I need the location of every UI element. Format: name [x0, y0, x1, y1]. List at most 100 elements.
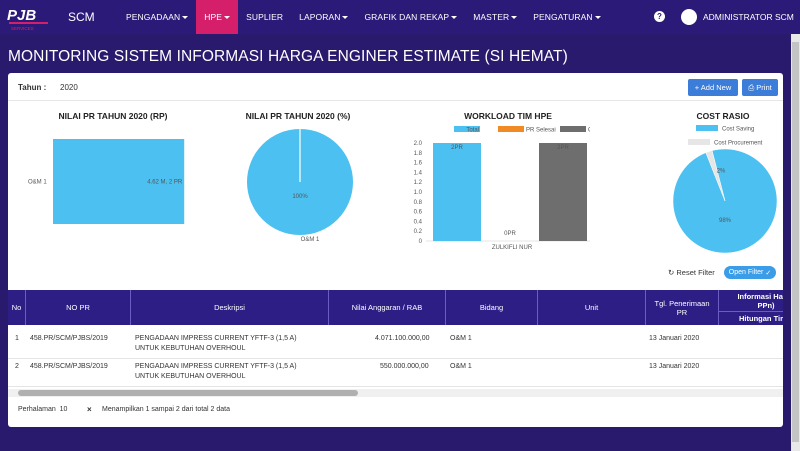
- caret-down-icon: [451, 15, 458, 19]
- menu-grafik[interactable]: GRAFIK DAN REKAP: [356, 0, 465, 34]
- th-no-pr[interactable]: NO PR: [26, 290, 131, 325]
- cell-bidang: O&M 1: [450, 335, 472, 342]
- chart4-title: COST RASIO: [696, 111, 750, 121]
- svg-text:PJB: PJB: [7, 7, 36, 24]
- legend-label: Cost Procurement: [714, 141, 763, 147]
- table-row[interactable]: 1 458.PR/SCM/PJBS/2019 PENGADAAN IMPRESS…: [8, 331, 783, 359]
- data-label: 2PR: [557, 145, 569, 151]
- y-tick-label: 2.0: [414, 141, 423, 147]
- data-label: 98%: [719, 218, 732, 224]
- chart1-title: NILAI PR TAHUN 2020 (RP): [58, 111, 168, 121]
- cell-no-pr: 458.PR/SCM/PJBS/2019: [30, 363, 108, 370]
- cell-desc-line2: UNTUK KEBUTUHAN OVERHOUL: [135, 345, 246, 352]
- table-horizontal-scrollbar[interactable]: [8, 389, 783, 397]
- help-icon[interactable]: ?: [654, 11, 665, 22]
- menu-master[interactable]: MASTER: [465, 0, 525, 34]
- bar: [433, 143, 481, 241]
- th-hitungan-tim[interactable]: Hitungan Tim: [719, 312, 783, 325]
- cell-desc-line1: PENGADAAN IMPRESS CURRENT YFTF-3 (1,5 A): [135, 335, 297, 342]
- add-new-button[interactable]: + Add New: [688, 79, 738, 96]
- print-icon: ⎙: [748, 82, 755, 92]
- tahun-value[interactable]: 2020: [60, 83, 78, 92]
- table-header: No NO PR Deskripsi Nilai Anggaran / RAB …: [8, 290, 783, 325]
- perhalaman-value[interactable]: 10: [60, 406, 68, 413]
- window-scrollbar-thumb[interactable]: [792, 42, 799, 442]
- legend-swatch: [696, 125, 718, 131]
- main-menu: PENGADAAN HPE SUPLIER LAPORAN GRAFIK DAN…: [118, 0, 609, 34]
- legend-swatch: [560, 126, 586, 132]
- chart3-svg: Total PR Selesai GAP PR 0 0.2 0.4 0.6 0.8 1.0 1.2…: [414, 126, 590, 251]
- open-filter-label: Open Filter: [728, 269, 764, 276]
- menu-pengadaan[interactable]: PENGADAAN: [118, 0, 196, 34]
- pjb-logo[interactable]: PJB SERVICES: [4, 3, 56, 31]
- y-tick-label: 1.4: [414, 170, 423, 176]
- window-scrollbar[interactable]: [791, 34, 800, 451]
- data-label: 2PR: [451, 145, 463, 151]
- main-panel: Tahun : 2020 + Add New ⎙ Print NILAI PR T…: [8, 73, 783, 427]
- caret-down-icon: [182, 15, 189, 19]
- scrollbar-thumb[interactable]: [18, 390, 358, 396]
- y-tick-label: 1.2: [414, 180, 423, 186]
- bar: [539, 143, 587, 241]
- th-bidang[interactable]: Bidang: [446, 290, 538, 325]
- th-deskripsi[interactable]: Deskripsi: [131, 290, 329, 325]
- chart2-title: NILAI PR TAHUN 2020 (%): [245, 111, 351, 121]
- menu-laporan-label: LAPORAN: [299, 12, 341, 22]
- user-name[interactable]: ADMINISTRATOR SCM: [703, 12, 794, 22]
- y-tick-label: 1.6: [414, 161, 423, 167]
- menu-suplier[interactable]: SUPLIER: [238, 0, 291, 34]
- chart3-title: WORKLOAD TIM HPE: [464, 111, 552, 121]
- cell-tgl: 13 Januari 2020: [649, 363, 700, 370]
- svg-text:SERVICES: SERVICES: [11, 26, 34, 31]
- cell-no: 1: [15, 335, 19, 342]
- menu-laporan[interactable]: LAPORAN: [291, 0, 356, 34]
- y-tick-label: 0.2: [414, 229, 423, 235]
- menu-suplier-label: SUPLIER: [246, 12, 284, 22]
- cell-no-pr: 458.PR/SCM/PJBS/2019: [30, 335, 108, 342]
- menu-pengaturan[interactable]: PENGATURAN: [525, 0, 608, 34]
- th-tgl[interactable]: Tgl. Penerimaan PR: [646, 290, 719, 325]
- y-tick-label: 1.8: [414, 151, 423, 157]
- chart2-svg: 100% O&M 1: [247, 129, 353, 243]
- th-no[interactable]: No: [8, 290, 26, 325]
- cell-nilai: 550.000.000,00: [380, 363, 429, 370]
- y-tick-label: 1.0: [414, 190, 423, 196]
- cell-no: 2: [15, 363, 19, 370]
- data-label: 2%: [717, 168, 726, 174]
- avatar[interactable]: [681, 9, 697, 25]
- y-tick-label: 0: [419, 239, 423, 245]
- clear-icon[interactable]: ×: [87, 405, 92, 414]
- menu-master-label: MASTER: [473, 12, 510, 22]
- cell-bidang: O&M 1: [450, 363, 472, 370]
- cell-tgl: 13 Januari 2020: [649, 335, 700, 342]
- table-row[interactable]: 2 458.PR/SCM/PJBS/2019 PENGADAAN IMPRESS…: [8, 359, 783, 387]
- reset-filter-button[interactable]: ↻ Reset Filter: [668, 268, 715, 277]
- category-label: O&M 1: [28, 180, 47, 186]
- th-nilai[interactable]: Nilai Anggaran / RAB: [329, 290, 446, 325]
- perhalaman-control[interactable]: Perhalaman 10: [18, 406, 67, 413]
- menu-hpe[interactable]: HPE: [196, 0, 239, 34]
- y-tick-label: 0.6: [414, 210, 423, 216]
- pagination-info: Menampilkan 1 sampai 2 dari total 2 data: [102, 406, 231, 413]
- tahun-label: Tahun :: [18, 83, 47, 92]
- open-filter-button[interactable]: Open Filter ✓: [724, 266, 776, 279]
- check-icon: ✓: [765, 269, 772, 277]
- cell-desc-line1: PENGADAAN IMPRESS CURRENT YFTF-3 (1,5 A): [135, 363, 297, 370]
- cell-nilai: 4.071.100.000,00: [375, 335, 430, 342]
- data-table: No NO PR Deskripsi Nilai Anggaran / RAB …: [8, 290, 783, 390]
- y-tick-label: 0.8: [414, 200, 423, 206]
- legend-swatch: [498, 126, 524, 132]
- th-unit[interactable]: Unit: [538, 290, 646, 325]
- print-button[interactable]: ⎙ Print: [742, 79, 778, 96]
- menu-hpe-label: HPE: [204, 12, 223, 22]
- reset-filter-label: Reset Filter: [676, 268, 715, 277]
- refresh-icon: ↻: [668, 268, 675, 277]
- legend-swatch: [688, 139, 710, 145]
- brand-name[interactable]: SCM: [68, 10, 95, 24]
- th-informasi-harga[interactable]: Informasi Harga PPn): [719, 290, 783, 312]
- menu-pengadaan-label: PENGADAAN: [126, 12, 181, 22]
- page-title: MONITORING SISTEM INFORMASI HARGA ENGINE…: [8, 48, 568, 65]
- caret-down-icon: [224, 15, 231, 19]
- caret-down-icon: [511, 15, 518, 19]
- caret-down-icon: [594, 15, 601, 19]
